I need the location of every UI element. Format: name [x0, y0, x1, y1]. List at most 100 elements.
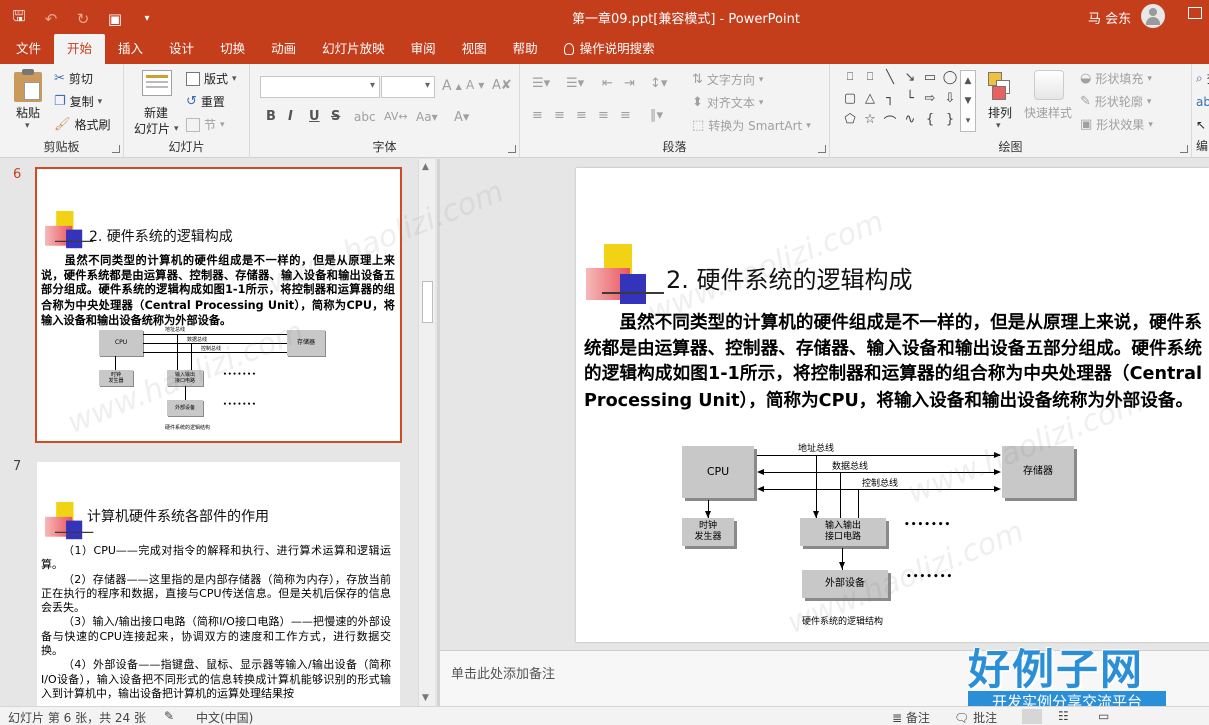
- tab-transitions[interactable]: 切换: [207, 34, 258, 64]
- tab-animations[interactable]: 动画: [258, 34, 309, 64]
- freeform-icon[interactable]: ∿: [900, 112, 920, 133]
- font-name-input[interactable]: ▾: [260, 76, 380, 98]
- arrange-icon[interactable]: [988, 72, 1014, 100]
- arrange-dropdown-icon[interactable]: ▾: [996, 121, 1001, 131]
- comments-toggle[interactable]: 🗨 批注: [954, 709, 997, 725]
- star-icon[interactable]: ☆: [860, 112, 880, 133]
- rectangle-icon[interactable]: ▭: [920, 70, 940, 91]
- format-painter-button[interactable]: 🖌 格式刷: [54, 116, 111, 133]
- spellcheck-icon[interactable]: ✎: [164, 709, 174, 723]
- shadow-icon[interactable]: abc: [354, 110, 376, 124]
- change-case-icon[interactable]: Aa▾: [416, 110, 438, 124]
- normal-view-icon[interactable]: [1022, 709, 1042, 724]
- align-left-icon[interactable]: ≡: [532, 108, 543, 123]
- paste-button[interactable]: 粘贴: [16, 104, 40, 121]
- columns-icon[interactable]: ∥▾: [650, 108, 663, 123]
- select-button[interactable]: ↖选: [1196, 116, 1209, 133]
- scroll-thumb[interactable]: [422, 281, 433, 323]
- redo-icon[interactable]: ↻: [72, 10, 94, 28]
- increase-font-size-icon[interactable]: A ▲: [442, 78, 462, 94]
- flowchart-icon[interactable]: ⬠: [840, 112, 860, 133]
- align-text-button[interactable]: ⬍ 对齐文本 ▾: [692, 94, 763, 111]
- shape-fill-button[interactable]: ◒ 形状填充 ▾: [1080, 70, 1152, 87]
- paste-dropdown-icon[interactable]: ▾: [25, 121, 30, 131]
- user-name[interactable]: 马 会东: [1088, 8, 1131, 27]
- tab-help[interactable]: 帮助: [500, 34, 551, 64]
- tab-review[interactable]: 审阅: [398, 34, 449, 64]
- font-size-input[interactable]: ▾: [381, 76, 435, 98]
- undo-icon[interactable]: ↶: [40, 10, 62, 28]
- brace-right-icon[interactable]: }: [940, 112, 960, 133]
- oval-icon[interactable]: ◯: [940, 70, 960, 91]
- quick-styles-icon[interactable]: [1034, 70, 1064, 100]
- thumbnail-slide-6[interactable]: 2. 硬件系统的逻辑构成 虽然不同类型的计算机的硬件组成是不一样的，但是从原理上…: [35, 167, 402, 443]
- char-spacing-icon[interactable]: AV↔: [384, 110, 408, 123]
- present-from-start-icon[interactable]: ▣: [104, 10, 126, 28]
- shape-gallery[interactable]: ⎕ ⎕ ╲ ↘ ▭ ◯ ▢ △ ┐ └ ⇨ ⇩ ⬠ ☆ ⌒ ∿ { }: [840, 70, 966, 134]
- elbow-connector-icon[interactable]: ┐: [880, 91, 900, 112]
- paragraph-launcher-icon[interactable]: [818, 145, 826, 153]
- tab-view[interactable]: 视图: [449, 34, 500, 64]
- brace-left-icon[interactable]: {: [920, 112, 940, 133]
- rounded-rect-icon[interactable]: ▢: [840, 91, 860, 112]
- reset-button[interactable]: ↺ 重置: [186, 93, 225, 110]
- notes-pane[interactable]: 单击此处添加备注: [440, 650, 1209, 706]
- align-right-icon[interactable]: ≡: [576, 108, 587, 123]
- align-center-icon[interactable]: ≡: [554, 108, 565, 123]
- textbox-icon[interactable]: ⎕: [840, 70, 860, 91]
- slide-title[interactable]: 2. 硬件系统的逻辑构成: [666, 260, 913, 295]
- avatar[interactable]: [1141, 4, 1165, 28]
- find-button[interactable]: ⌕查: [1196, 70, 1209, 87]
- italic-button[interactable]: I: [288, 109, 293, 124]
- slide-body[interactable]: 虽然不同类型的计算机的硬件组成是不一样的，但是从原理上来说，硬件系统都是由运算器…: [584, 310, 1202, 414]
- new-slide-icon[interactable]: [142, 70, 172, 96]
- decrease-indent-icon[interactable]: ⇤: [602, 76, 613, 91]
- tab-slideshow[interactable]: 幻灯片放映: [309, 34, 398, 64]
- quick-styles-button[interactable]: 快速样式: [1024, 104, 1072, 121]
- new-slide-label[interactable]: 新建: [144, 104, 168, 121]
- bold-button[interactable]: B: [266, 109, 276, 124]
- font-color-icon[interactable]: A▾: [454, 110, 469, 125]
- shape-outline-button[interactable]: ✎ 形状轮廓 ▾: [1080, 93, 1151, 110]
- underline-button[interactable]: U: [309, 109, 320, 124]
- curve-icon[interactable]: ⌒: [880, 112, 900, 133]
- thumbnail-slide-7[interactable]: 计算机硬件系统各部件的作用 （1）CPU——完成对指令的解释和执行、进行算术运算…: [37, 462, 400, 706]
- copy-button[interactable]: ❐ 复制 ▾: [54, 93, 102, 110]
- clipboard-launcher-icon[interactable]: [112, 145, 120, 153]
- shape-effects-button[interactable]: ▣ 形状效果 ▾: [1080, 116, 1153, 133]
- down-arrow-icon[interactable]: ⇩: [940, 91, 960, 112]
- textbox-v-icon[interactable]: ⎕: [860, 70, 880, 91]
- scroll-down-icon[interactable]: ▼: [422, 693, 429, 703]
- right-arrow-icon[interactable]: ⇨: [920, 91, 940, 112]
- font-launcher-icon[interactable]: [508, 145, 516, 153]
- tab-insert[interactable]: 插入: [105, 34, 156, 64]
- slide-sorter-icon[interactable]: ☷: [1058, 709, 1069, 723]
- strikethrough-button[interactable]: S: [331, 109, 340, 124]
- notes-toggle[interactable]: ≣ 备注: [892, 709, 930, 725]
- cut-button[interactable]: ✂ 剪切: [54, 70, 93, 87]
- customize-qat-icon[interactable]: ▾: [136, 13, 158, 24]
- section-button[interactable]: 节 ▾: [186, 116, 225, 133]
- tab-design[interactable]: 设计: [156, 34, 207, 64]
- drawing-launcher-icon[interactable]: [1180, 145, 1188, 153]
- clear-formatting-icon[interactable]: A✘: [492, 78, 512, 93]
- hardware-diagram[interactable]: CPU 存储器 地址总线 数据总线 控制总线 时钟 发生器 输入输出 接口电路 外部…: [682, 438, 1102, 638]
- layout-button[interactable]: 版式 ▾: [186, 70, 237, 87]
- distributed-icon[interactable]: ≡: [620, 108, 631, 123]
- reading-view-icon[interactable]: ▭: [1098, 709, 1109, 723]
- tab-file[interactable]: 文件: [0, 34, 54, 64]
- increase-indent-icon[interactable]: ⇥: [624, 76, 635, 91]
- ribbon-display-options-icon[interactable]: [1188, 7, 1202, 19]
- gallery-scroll[interactable]: ▲ ▼ ▾: [960, 70, 976, 132]
- justify-icon[interactable]: ≡: [598, 108, 609, 123]
- thumbnail-scrollbar[interactable]: ▲ ▼: [418, 159, 435, 706]
- replace-button[interactable]: ab替: [1196, 93, 1209, 110]
- paste-icon[interactable]: [14, 69, 42, 102]
- tab-home[interactable]: 开始: [54, 34, 106, 64]
- current-slide[interactable]: 2. 硬件系统的逻辑构成 虽然不同类型的计算机的硬件组成是不一样的，但是从原理上…: [576, 168, 1209, 642]
- arrow-line-icon[interactable]: ↘: [900, 70, 920, 91]
- convert-smartart-button[interactable]: ⬚ 转换为 SmartArt ▾: [692, 117, 811, 134]
- triangle-icon[interactable]: △: [860, 91, 880, 112]
- new-slide-dropdown[interactable]: 幻灯片 ▾: [134, 120, 179, 137]
- arrange-button[interactable]: 排列: [988, 104, 1012, 121]
